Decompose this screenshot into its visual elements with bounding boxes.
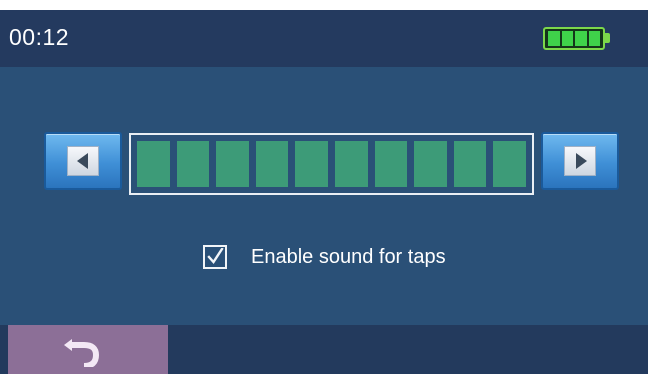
- volume-segment: [216, 141, 249, 187]
- battery-cell: [561, 31, 573, 46]
- device-screen: 00:12 Enable sound for taps: [0, 10, 648, 374]
- battery-full-icon: [543, 27, 605, 50]
- volume-segment: [335, 141, 368, 187]
- volume-level-bar[interactable]: [129, 133, 534, 195]
- volume-segment: [374, 141, 408, 187]
- battery-cell: [575, 31, 587, 46]
- checkmark-icon: [207, 248, 224, 264]
- volume-segment: [255, 141, 289, 187]
- volume-segments: [137, 141, 526, 187]
- volume-down-button[interactable]: [44, 132, 122, 190]
- bottom-bar: [0, 325, 648, 374]
- tap-sound-setting: Enable sound for taps: [203, 243, 446, 271]
- back-arrow-icon: [64, 339, 100, 367]
- clock-time: 00:12: [9, 24, 70, 50]
- status-bar: 00:12: [0, 10, 648, 67]
- volume-segment: [295, 141, 328, 187]
- battery-cell: [588, 31, 600, 46]
- volume-segment: [453, 141, 487, 187]
- volume-segment: [493, 141, 526, 187]
- volume-segment: [137, 141, 170, 187]
- tap-sound-checkbox[interactable]: [203, 245, 227, 269]
- battery-tip: [605, 33, 610, 43]
- volume-segment: [414, 141, 447, 187]
- volume-segment: [176, 141, 210, 187]
- battery-cell: [548, 31, 560, 46]
- left-arrow-icon: [67, 146, 99, 176]
- back-button[interactable]: [8, 325, 168, 374]
- right-arrow-icon: [564, 146, 596, 176]
- volume-up-button[interactable]: [541, 132, 619, 190]
- tap-sound-label: Enable sound for taps: [251, 245, 446, 268]
- volume-settings-panel: Enable sound for taps: [0, 67, 648, 325]
